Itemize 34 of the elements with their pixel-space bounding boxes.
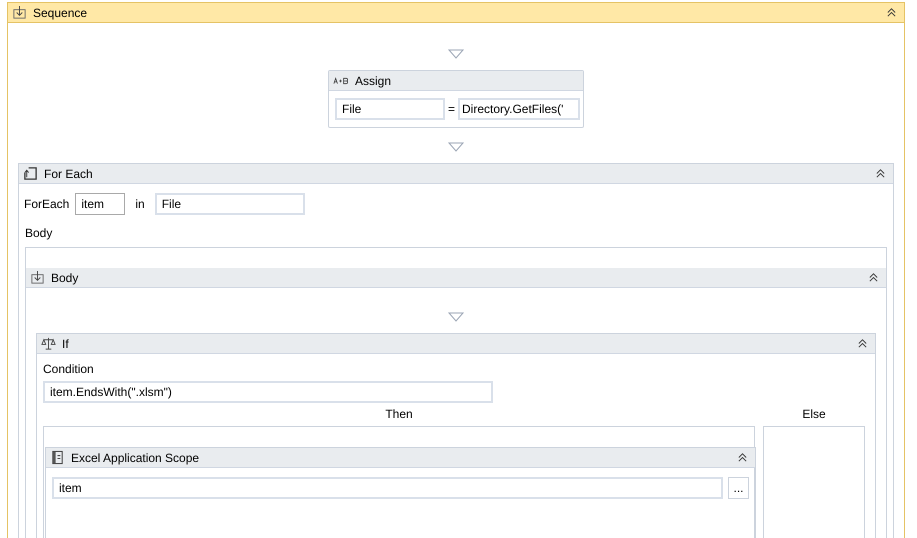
collapse-icon[interactable] [857, 338, 868, 349]
browse-button[interactable]: ... [728, 477, 749, 499]
drop-arrow-icon [448, 312, 464, 322]
document-icon [50, 450, 65, 465]
condition-field[interactable]: item.EndsWith(".xlsm") [43, 381, 493, 403]
collapse-icon[interactable] [868, 272, 879, 283]
sequence-icon [30, 270, 45, 285]
collection-field[interactable]: File [154, 193, 305, 215]
equals-sign: = [447, 102, 456, 116]
else-label: Else [801, 407, 827, 421]
body-label: Body [24, 225, 54, 242]
in-label: in [135, 197, 145, 211]
foreach-label: ForEach [24, 197, 70, 211]
then-label: Then [384, 407, 414, 421]
drop-arrow-icon [448, 49, 464, 59]
activity-title: For Each [44, 166, 94, 180]
drop-arrow-icon [448, 142, 464, 152]
assign-to-field[interactable]: File [335, 98, 445, 120]
workbook-path-field[interactable]: item [52, 477, 723, 499]
loop-icon [23, 166, 38, 181]
assign-icon [333, 76, 349, 84]
activity-title: If [62, 336, 70, 350]
activity-title: Sequence [33, 6, 88, 20]
assign-value-field[interactable]: Directory.GetFiles(' [458, 98, 580, 120]
collapse-icon[interactable] [886, 7, 897, 18]
collapse-icon[interactable] [737, 452, 748, 463]
item-variable-field[interactable]: item [75, 193, 126, 215]
sequence-icon [12, 5, 27, 20]
scales-icon [41, 336, 56, 351]
collapse-icon[interactable] [875, 168, 886, 179]
condition-label: Condition [43, 362, 95, 376]
activity-title: Excel Application Scope [71, 450, 200, 464]
activity-title: Body [51, 270, 80, 284]
activity-title: Assign [355, 74, 392, 88]
